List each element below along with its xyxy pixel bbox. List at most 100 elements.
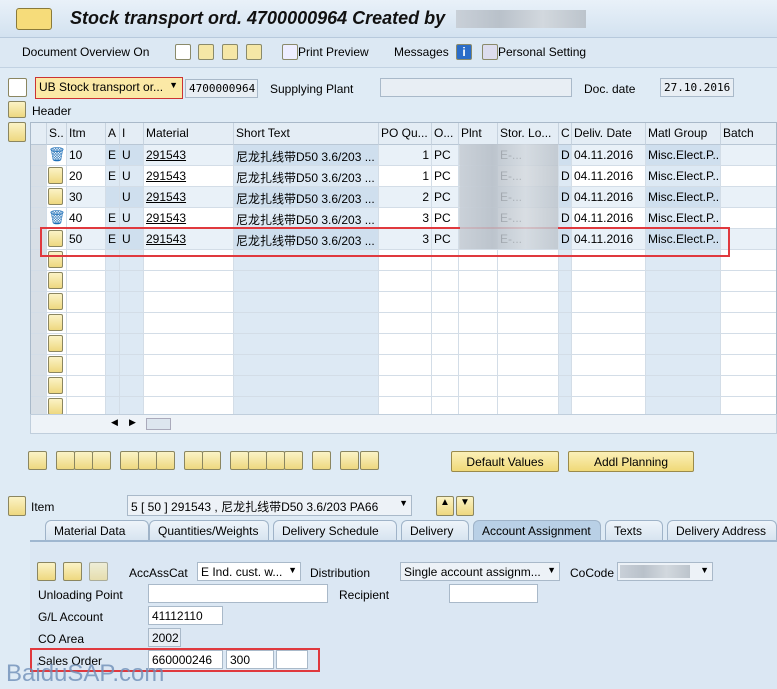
table-cell[interactable] [67,313,106,334]
column-header[interactable]: PO Qu... [379,123,432,145]
table-cell[interactable] [572,355,646,376]
column-header[interactable]: Deliv. Date [572,123,646,145]
table-cell[interactable]: 10 [67,145,106,166]
table-cell[interactable]: 04.11.2016 [572,187,646,208]
table-cell[interactable] [379,376,432,397]
tab[interactable]: Quantities/Weights [149,520,269,540]
table-cell[interactable] [47,355,67,376]
table-cell[interactable] [67,271,106,292]
table-cell[interactable] [106,334,120,355]
table-cell[interactable] [459,376,498,397]
detail-icon[interactable] [28,451,47,470]
filter-icon[interactable] [266,451,285,470]
column-header[interactable]: Batch [721,123,776,145]
edit-glasses-icon[interactable] [198,44,214,60]
table-cell[interactable] [432,292,459,313]
table-cell[interactable]: 1 [379,145,432,166]
column-header[interactable]: A [106,123,120,145]
table-cell[interactable]: 04.11.2016 [572,145,646,166]
table-cell[interactable] [144,334,234,355]
table-cell[interactable]: Misc.Elect.P... [646,208,721,229]
table-cell[interactable] [432,376,459,397]
table-cell[interactable] [432,334,459,355]
table-cell[interactable] [144,313,234,334]
config-icon[interactable] [340,451,359,470]
tab[interactable]: Delivery Schedule [273,520,397,540]
table-cell[interactable]: D [559,187,572,208]
tab[interactable]: Material Data [45,520,149,540]
table-cell[interactable] [572,313,646,334]
table-cell[interactable] [572,292,646,313]
table-cell[interactable]: 291543 [144,208,234,229]
column-header[interactable]: O... [432,123,459,145]
table-cell[interactable] [47,187,67,208]
cell-material[interactable]: 291543 [146,211,186,225]
status-icon[interactable] [48,167,63,184]
new-document-icon[interactable] [175,44,191,60]
table-cell[interactable] [144,376,234,397]
row-selector[interactable] [31,334,47,355]
table-cell[interactable] [721,313,776,334]
status-icon[interactable] [48,314,63,331]
tab[interactable]: Delivery [401,520,469,540]
table-cell[interactable] [459,334,498,355]
table-cell[interactable] [498,334,559,355]
table-cell[interactable] [106,376,120,397]
column-header[interactable]: Itm [67,123,106,145]
collapse-item-icon[interactable] [8,496,26,516]
table-cell[interactable] [559,334,572,355]
table-cell[interactable]: E [106,208,120,229]
table-cell[interactable] [120,313,144,334]
table-cell[interactable]: 30 [67,187,106,208]
table-cell[interactable] [120,271,144,292]
table-cell[interactable] [721,334,776,355]
row-selector[interactable] [31,313,47,334]
select-all-icon[interactable] [202,451,221,470]
table-cell[interactable] [47,334,67,355]
row-selector[interactable] [31,376,47,397]
table-cell[interactable] [559,292,572,313]
row-selector[interactable] [31,271,47,292]
column-header[interactable]: I [120,123,144,145]
table-cell[interactable]: 尼龙扎线带D50 3.6/203 ... [234,166,379,187]
table-cell[interactable] [646,334,721,355]
table-cell[interactable]: U [120,187,144,208]
default-values-button[interactable]: Default Values [451,451,559,472]
table-cell[interactable]: 04.11.2016 [572,208,646,229]
cart-icon[interactable] [8,78,27,97]
table-cell[interactable] [67,334,106,355]
table-cell[interactable] [120,334,144,355]
table-cell[interactable] [559,376,572,397]
table-cell[interactable] [120,292,144,313]
menu-icon[interactable] [16,8,52,30]
table-cell[interactable] [106,187,120,208]
table-cell[interactable] [47,313,67,334]
table-cell[interactable] [572,334,646,355]
co-area-field[interactable]: 2002 [148,628,181,647]
status-icon[interactable] [48,356,63,373]
distribution-icon[interactable] [89,562,108,581]
sort-desc-icon[interactable] [248,451,267,470]
table-cell[interactable]: 🗑 [47,208,67,229]
table-cell[interactable] [47,166,67,187]
cell-material[interactable]: 291543 [146,148,186,162]
table-cell[interactable]: Misc.Elect.P... [646,145,721,166]
table-cell[interactable] [47,271,67,292]
tab[interactable]: Delivery Address [667,520,777,540]
table-cell[interactable]: 40 [67,208,106,229]
table-cell[interactable] [459,355,498,376]
table-cell[interactable] [67,376,106,397]
supplying-plant-field[interactable] [380,78,572,97]
table-cell[interactable] [498,271,559,292]
table-cell[interactable] [646,271,721,292]
table-cell[interactable]: Misc.Elect.P... [646,187,721,208]
table-cell[interactable] [498,313,559,334]
table-cell[interactable] [432,271,459,292]
table-cell[interactable] [379,292,432,313]
table-cell[interactable]: 1 [379,166,432,187]
print-preview-button[interactable]: Print Preview [298,45,369,59]
column-header[interactable]: Short Text [234,123,379,145]
table-cell[interactable]: 20 [67,166,106,187]
table-cell[interactable] [379,271,432,292]
table-cell[interactable] [144,355,234,376]
